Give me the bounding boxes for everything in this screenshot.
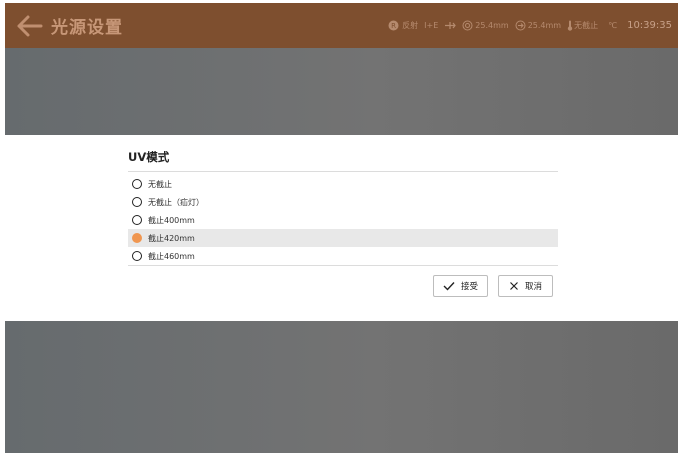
uv-option-list: 无截止 无截止（疝灯） 截止400mm 截止420mm 截止460mm	[128, 175, 558, 265]
option-cutoff-460[interactable]: 截止460mm	[128, 247, 558, 265]
usb-icon	[445, 22, 457, 29]
accept-button[interactable]: 接受	[433, 275, 488, 297]
divider	[128, 171, 558, 172]
radio-checked-icon[interactable]	[132, 233, 142, 243]
aperture-status: 25.4mm	[462, 20, 509, 31]
reflect-status: R 反射	[388, 20, 418, 31]
rotate-icon	[515, 20, 526, 31]
check-icon	[443, 282, 455, 291]
uv-status: 无截止	[567, 20, 598, 31]
reflect-label: 反射	[402, 21, 419, 30]
status-area: R 反射 I+E 25.4mm 25.4mm 无截止 ℃ 10:39:35	[388, 3, 672, 48]
option-no-cutoff[interactable]: 无截止	[128, 175, 558, 193]
option-label: 截止400mm	[148, 215, 195, 225]
aperture-value: 25.4mm	[475, 21, 509, 30]
uv-status-label: 无截止	[574, 21, 599, 30]
slit-value: 25.4mm	[527, 21, 562, 30]
header-bar: 光源设置 R 反射 I+E 25.4mm 25.4mm 无截止 ℃ 10:39:…	[5, 3, 678, 48]
divider	[128, 265, 558, 266]
option-no-cutoff-xenon[interactable]: 无截止（疝灯）	[128, 193, 558, 211]
thermometer-icon	[567, 20, 573, 31]
lamp-status: I+E	[424, 21, 439, 30]
r-badge-icon: R	[388, 20, 399, 31]
cancel-button[interactable]: 取消	[498, 275, 553, 297]
back-button[interactable]	[11, 8, 47, 44]
app-window: 光源设置 R 反射 I+E 25.4mm 25.4mm 无截止 ℃ 10:39:…	[5, 3, 678, 453]
arrow-left-icon	[17, 15, 43, 36]
temperature-unit: ℃	[608, 21, 618, 30]
close-icon	[510, 282, 518, 290]
uv-mode-dialog: UV模式 无截止 无截止（疝灯） 截止400mm 截止420mm 截止460mm	[5, 135, 678, 321]
accept-label: 接受	[460, 282, 478, 292]
overlay-bottom	[5, 321, 678, 453]
slit-status: 25.4mm	[515, 20, 561, 31]
overlay-top	[5, 48, 678, 135]
cancel-label: 取消	[524, 282, 542, 292]
option-label: 无截止	[148, 179, 172, 189]
radio-unchecked-icon[interactable]	[132, 197, 142, 207]
page-title: 光源设置	[51, 18, 123, 38]
option-cutoff-420[interactable]: 截止420mm	[128, 229, 558, 247]
option-label: 截止460mm	[148, 251, 195, 261]
option-label: 无截止（疝灯）	[148, 197, 204, 207]
dialog-title: UV模式	[128, 150, 170, 164]
radio-unchecked-icon[interactable]	[132, 179, 142, 189]
radio-unchecked-icon[interactable]	[132, 215, 142, 225]
option-label: 截止420mm	[148, 233, 195, 243]
radio-unchecked-icon[interactable]	[132, 251, 142, 261]
svg-text:R: R	[391, 22, 396, 30]
clock: 10:39:35	[627, 20, 672, 31]
option-cutoff-400[interactable]: 截止400mm	[128, 211, 558, 229]
target-icon	[462, 20, 473, 31]
